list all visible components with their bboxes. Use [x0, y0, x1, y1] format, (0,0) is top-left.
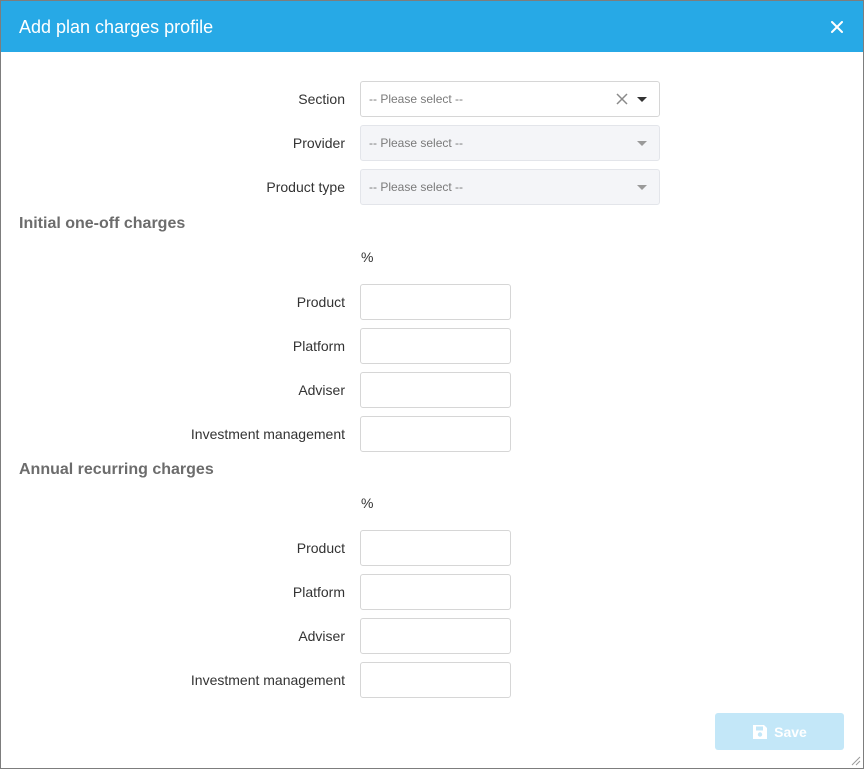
annual-adviser-input[interactable]: [360, 618, 511, 654]
chevron-down-icon: [637, 185, 647, 190]
annual-platform-label: Platform: [292, 584, 345, 600]
initial-product-input[interactable]: [360, 284, 511, 320]
initial-adviser-row: Adviser: [1, 372, 863, 408]
initial-product-label: Product: [296, 294, 345, 310]
annual-percent-unit: %: [361, 495, 374, 511]
resize-grip-icon[interactable]: [851, 756, 861, 766]
annual-product-row: Product: [1, 530, 863, 566]
dialog-title: Add plan charges profile: [19, 17, 214, 37]
add-plan-charges-dialog: Add plan charges profile Section -- Plea…: [0, 0, 864, 769]
initial-charges-heading: Initial one-off charges: [19, 215, 186, 232]
section-row: Section -- Please select --: [1, 81, 863, 117]
dialog-titlebar: Add plan charges profile: [1, 1, 863, 52]
initial-adviser-input[interactable]: [360, 372, 511, 408]
provider-row: Provider -- Please select --: [1, 125, 863, 161]
initial-investment-management-row: Investment management: [1, 416, 863, 452]
close-icon: [831, 21, 843, 33]
chevron-down-icon: [637, 141, 647, 146]
clear-icon[interactable]: [615, 92, 629, 106]
annual-adviser-label: Adviser: [298, 628, 345, 644]
section-label: Section: [298, 91, 345, 107]
annual-investment-management-input[interactable]: [360, 662, 511, 698]
initial-investment-management-input[interactable]: [360, 416, 511, 452]
annual-investment-management-row: Investment management: [1, 662, 863, 698]
annual-product-input[interactable]: [360, 530, 511, 566]
section-placeholder: -- Please select --: [369, 92, 464, 106]
annual-charges-heading: Annual recurring charges: [19, 461, 214, 478]
initial-adviser-label: Adviser: [298, 382, 345, 398]
provider-select[interactable]: -- Please select --: [360, 125, 660, 161]
section-select[interactable]: -- Please select --: [360, 81, 660, 117]
annual-investment-management-label: Investment management: [190, 672, 345, 688]
product-type-placeholder: -- Please select --: [369, 180, 464, 194]
initial-platform-input[interactable]: [360, 328, 511, 364]
annual-adviser-row: Adviser: [1, 618, 863, 654]
provider-label: Provider: [292, 135, 345, 151]
provider-placeholder: -- Please select --: [369, 136, 464, 150]
product-type-row: Product type -- Please select --: [1, 169, 863, 205]
chevron-down-icon[interactable]: [637, 97, 647, 102]
save-icon: [753, 724, 768, 739]
save-label: Save: [774, 723, 807, 740]
annual-platform-row: Platform: [1, 574, 863, 610]
initial-percent-unit: %: [361, 249, 374, 265]
initial-product-row: Product: [1, 284, 863, 320]
initial-platform-row: Platform: [1, 328, 863, 364]
initial-investment-management-label: Investment management: [190, 426, 345, 442]
product-type-select[interactable]: -- Please select --: [360, 169, 660, 205]
save-button[interactable]: Save: [715, 713, 844, 750]
annual-platform-input[interactable]: [360, 574, 511, 610]
annual-product-label: Product: [296, 540, 345, 556]
product-type-label: Product type: [266, 179, 345, 195]
close-button[interactable]: [827, 17, 847, 37]
initial-platform-label: Platform: [292, 338, 345, 354]
